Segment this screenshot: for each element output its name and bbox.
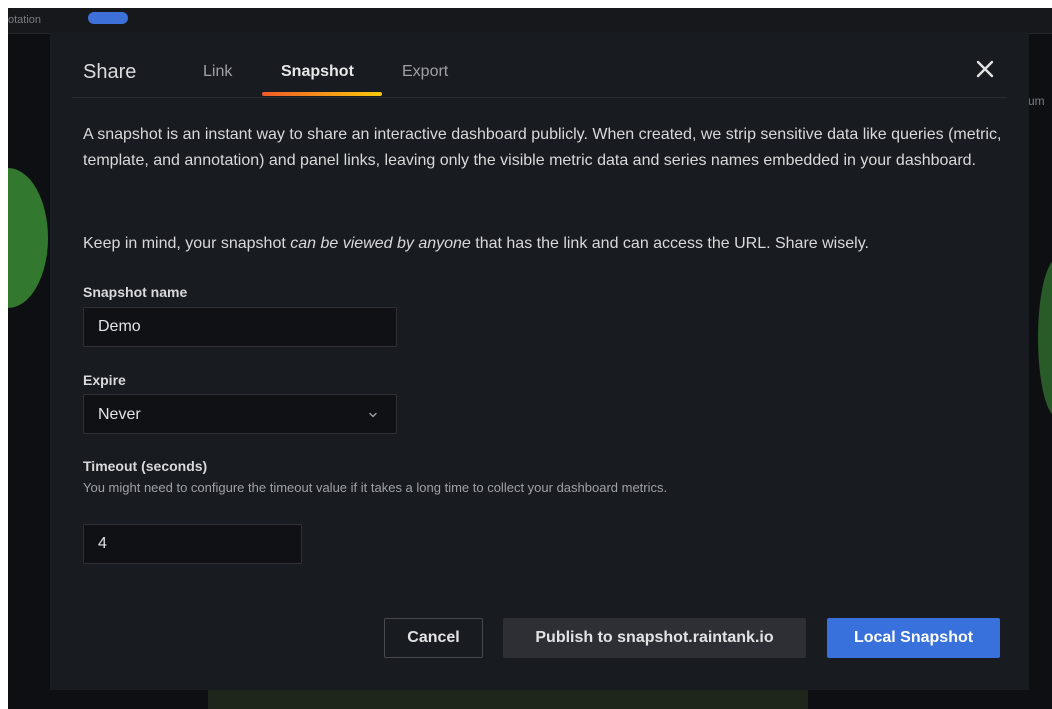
close-icon (976, 60, 994, 78)
timeout-help-text: You might need to configure the timeout … (83, 480, 668, 495)
expire-select[interactable]: Never (83, 394, 397, 434)
expire-select-value: Never (98, 406, 141, 423)
background-toggle (88, 12, 128, 24)
background-panel-bottom (208, 688, 808, 709)
expire-label: Expire (83, 372, 126, 388)
chevron-down-icon (369, 412, 377, 418)
modal-title: Share (83, 61, 137, 83)
background-toolbar: otation (8, 8, 1052, 34)
publish-snapshot-button[interactable]: Publish to snapshot.raintank.io (503, 618, 806, 658)
snapshot-name-input[interactable] (83, 307, 397, 347)
timeout-input[interactable] (83, 524, 302, 564)
local-snapshot-button[interactable]: Local Snapshot (827, 618, 1000, 658)
warning-emphasis: can be viewed by anyone (290, 235, 471, 252)
active-tab-indicator (262, 92, 382, 96)
cancel-button[interactable]: Cancel (384, 618, 483, 658)
header-divider (72, 97, 1007, 98)
background-panel-label: um (1028, 94, 1045, 108)
background-gauge-right (1038, 258, 1052, 418)
snapshot-description: A snapshot is an instant way to share an… (83, 126, 1002, 169)
background-toolbar-label: otation (8, 14, 42, 26)
tab-link[interactable]: Link (203, 63, 232, 81)
tab-export[interactable]: Export (402, 63, 448, 81)
warning-text-end: that has the link and can access the URL… (470, 235, 869, 252)
timeout-label: Timeout (seconds) (83, 458, 208, 474)
background-gauge-left (8, 168, 48, 308)
share-modal: Share Link Snapshot Export A snapshot is… (50, 32, 1029, 690)
tab-snapshot[interactable]: Snapshot (281, 63, 354, 81)
snapshot-warning: Keep in mind, your snapshot can be viewe… (83, 231, 1013, 257)
warning-text-start: Keep in mind, your snapshot (83, 235, 291, 252)
modal-header: Share Link Snapshot Export (50, 32, 1029, 98)
snapshot-name-label: Snapshot name (83, 284, 188, 300)
close-button[interactable] (974, 58, 996, 80)
